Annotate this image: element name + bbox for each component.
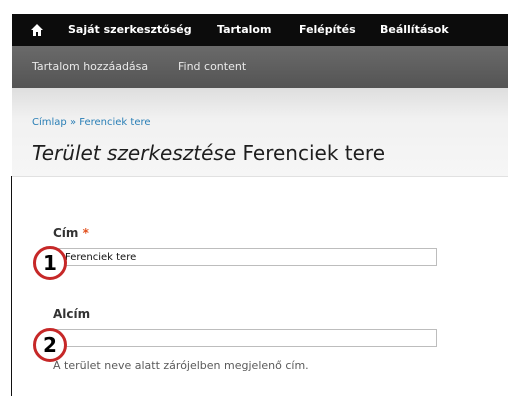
shortcut-find-content[interactable]: Find content <box>178 46 246 88</box>
toolbar-item-my-workbench[interactable]: Saját szerkesztőség <box>68 14 192 46</box>
title-field-label: Cím * <box>53 226 89 240</box>
subtitle-field-description: A terület neve alatt zárójelben megjelen… <box>53 359 309 372</box>
admin-toolbar: Saját szerkesztőség Tartalom Felépítés B… <box>12 14 508 46</box>
page-title-prefix: Terület szerkesztése <box>32 141 237 165</box>
shortcuts-bar: Tartalom hozzáadása Find content <box>12 46 508 88</box>
page-header: Címlap » Ferenciek tere Terület szerkesz… <box>12 88 508 177</box>
subtitle-field-label: Alcím <box>53 307 91 321</box>
annotation-marker-1: 1 <box>33 246 67 280</box>
title-field-label-text: Cím <box>53 226 79 240</box>
page-title: Terület szerkesztése Ferenciek tere <box>32 141 385 165</box>
shortcut-add-content[interactable]: Tartalom hozzáadása <box>32 46 148 88</box>
breadcrumb-current-link[interactable]: Ferenciek tere <box>79 117 150 128</box>
breadcrumb-separator: » <box>69 117 77 128</box>
required-marker: * <box>82 226 89 240</box>
home-icon[interactable] <box>30 23 44 37</box>
breadcrumb-home-link[interactable]: Címlap <box>32 117 67 128</box>
toolbar-item-configuration[interactable]: Beállítások <box>380 14 449 46</box>
annotation-marker-2: 2 <box>33 328 67 362</box>
content-left-border <box>11 176 12 396</box>
breadcrumb: Címlap » Ferenciek tere <box>32 117 151 128</box>
toolbar-item-structure[interactable]: Felépítés <box>299 14 356 46</box>
subtitle-input[interactable] <box>52 329 437 347</box>
toolbar-item-content[interactable]: Tartalom <box>217 14 271 46</box>
page-title-name: Ferenciek tere <box>242 141 386 165</box>
title-input[interactable] <box>52 248 437 266</box>
